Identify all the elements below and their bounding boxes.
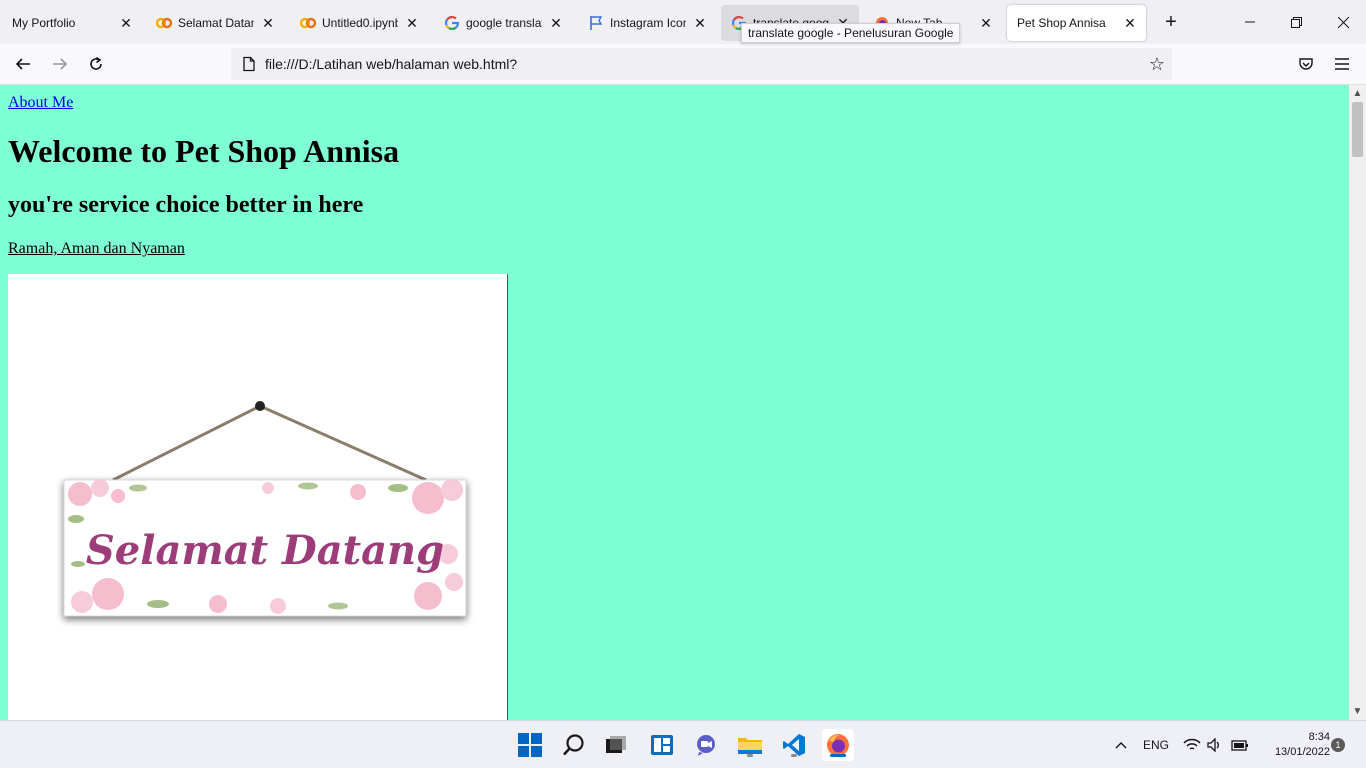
active-indicator: [830, 754, 846, 757]
page-heading: Welcome to Pet Shop Annisa: [8, 133, 400, 169]
show-hidden-icons-chevron-icon[interactable]: [1108, 738, 1134, 752]
close-icon[interactable]: ✕: [548, 15, 564, 31]
task-view-icon: [606, 736, 626, 753]
close-icon[interactable]: ✕: [404, 15, 420, 31]
vscode-button[interactable]: [778, 729, 810, 761]
close-icon[interactable]: ✕: [260, 15, 276, 31]
volume-icon: [1207, 738, 1219, 752]
tab-my-portfolio[interactable]: My Portfolio ✕: [2, 5, 142, 41]
scroll-thumb[interactable]: [1352, 102, 1363, 157]
pocket-button[interactable]: [1291, 49, 1321, 79]
close-icon[interactable]: ✕: [692, 15, 708, 31]
sign-text: Selamat Datang: [86, 527, 444, 574]
widgets-button[interactable]: [646, 729, 678, 761]
widgets-icon: [651, 735, 673, 755]
tab-label: Untitled0.ipynb: [322, 16, 398, 30]
restore-button[interactable]: [1273, 0, 1319, 44]
minimize-button[interactable]: [1227, 0, 1273, 44]
scroll-up-arrow-icon[interactable]: ▲: [1349, 85, 1366, 102]
tab-label: Instagram Icons: [610, 16, 686, 30]
close-icon[interactable]: ✕: [978, 15, 994, 31]
welcome-sign-illustration: Selamat Datang: [63, 401, 467, 617]
page-viewport: About Me Welcome to Pet Shop Annisa you'…: [0, 85, 1349, 720]
tab-label: Pet Shop Annisa: [1017, 16, 1106, 30]
tab-instagram-icons[interactable]: Instagram Icons ✕: [578, 5, 716, 41]
welcome-sign-image: Selamat Datang: [8, 274, 508, 720]
running-indicator: [747, 754, 753, 757]
tab-tooltip: translate google - Penelusuran Google: [741, 23, 961, 43]
navigation-toolbar: file:///D:/Latihan web/halaman web.html?…: [0, 44, 1366, 85]
search-icon: [563, 734, 584, 756]
forward-arrow-icon: [53, 58, 68, 70]
clock-date: 13/01/2022: [1274, 746, 1330, 758]
close-icon[interactable]: ✕: [1122, 15, 1138, 31]
reload-button[interactable]: [81, 49, 111, 79]
colab-icon: [300, 15, 316, 31]
windows-logo-icon: [518, 733, 542, 757]
system-tray: [1108, 721, 1134, 768]
tab-untitled0[interactable]: Untitled0.ipynb ✕: [290, 5, 428, 41]
google-icon: [444, 15, 460, 31]
restore-icon: [1290, 16, 1302, 28]
tab-google-translate[interactable]: google translate ✕: [434, 5, 572, 41]
tab-strip: My Portfolio ✕ Selamat Datang ✕ Untitled…: [0, 0, 1366, 44]
clock-time: 8:34: [1308, 731, 1330, 743]
forward-button[interactable]: [45, 49, 75, 79]
task-view-button[interactable]: [600, 729, 632, 761]
minimize-icon: [1245, 21, 1255, 23]
url-text[interactable]: file:///D:/Latihan web/halaman web.html?: [265, 56, 1142, 72]
back-arrow-icon: [15, 58, 30, 70]
close-window-button[interactable]: [1320, 0, 1366, 44]
new-tab-button[interactable]: +: [1155, 6, 1187, 38]
colab-icon: [156, 15, 172, 31]
about-me-link[interactable]: About Me: [8, 94, 73, 112]
flag-icon: [588, 15, 604, 31]
firefox-button[interactable]: [822, 729, 854, 761]
file-explorer-button[interactable]: [734, 729, 766, 761]
teams-chat-icon: [697, 735, 715, 756]
tab-pet-shop-annisa[interactable]: Pet Shop Annisa ✕: [1007, 5, 1146, 41]
hamburger-menu-icon: [1335, 58, 1349, 70]
vertical-scrollbar[interactable]: ▲ ▼: [1349, 85, 1366, 720]
menu-button[interactable]: [1327, 49, 1357, 79]
clock[interactable]: 8:34 13/01/2022: [1258, 730, 1330, 760]
slogan-text: Ramah, Aman dan Nyaman: [8, 240, 185, 257]
page-subheading: you're service choice better in here: [8, 192, 364, 218]
battery-icon: [1231, 740, 1248, 751]
back-button[interactable]: [8, 49, 38, 79]
close-icon: [1337, 16, 1349, 28]
tab-label: Selamat Datang: [178, 16, 254, 30]
reload-icon: [90, 56, 102, 70]
tab-label: google translate: [466, 16, 542, 30]
bookmark-star-icon[interactable]: ☆: [1142, 54, 1172, 75]
chat-button[interactable]: [690, 729, 722, 761]
quick-settings[interactable]: [1183, 721, 1249, 768]
language-label: ENG: [1143, 738, 1170, 752]
notification-badge[interactable]: 1: [1331, 738, 1345, 752]
taskbar: ENG 8:34 13/01/2022 1: [0, 720, 1366, 768]
search-button[interactable]: [558, 729, 590, 761]
tab-label: My Portfolio: [12, 16, 76, 30]
language-indicator[interactable]: ENG: [1143, 721, 1169, 768]
tab-selamat-datang[interactable]: Selamat Datang ✕: [146, 5, 284, 41]
pocket-icon: [1299, 58, 1313, 70]
wifi-icon: [1183, 738, 1201, 750]
close-icon[interactable]: ✕: [118, 15, 134, 31]
running-indicator: [791, 754, 797, 757]
address-bar[interactable]: file:///D:/Latihan web/halaman web.html?…: [231, 48, 1172, 80]
scroll-down-arrow-icon[interactable]: ▼: [1349, 703, 1366, 720]
page-icon: [243, 56, 255, 72]
start-button[interactable]: [514, 729, 546, 761]
